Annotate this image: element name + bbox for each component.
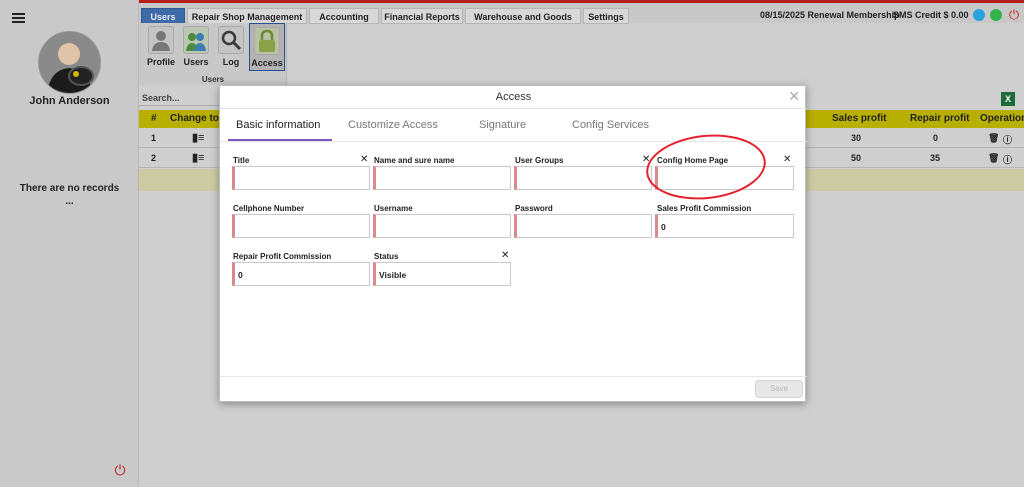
excel-export-icon[interactable]: X bbox=[1001, 92, 1015, 106]
title-field[interactable] bbox=[232, 166, 370, 190]
info-icon[interactable]: ⓘ bbox=[1003, 153, 1012, 166]
repair-commission-field[interactable]: 0 bbox=[232, 262, 370, 286]
cellphone-label: Cellphone Number bbox=[233, 204, 305, 213]
tab-financial-reports[interactable]: Financial Reports bbox=[381, 8, 463, 24]
users-ribbon: Profile Users Log Access Users bbox=[139, 23, 287, 85]
col-sales-profit: Sales profit bbox=[832, 113, 887, 124]
delete-icon[interactable]: 🗑 bbox=[988, 153, 999, 164]
user-name: John Anderson bbox=[29, 95, 110, 107]
renewal-membership[interactable]: 08/15/2025 Renewal Membership bbox=[760, 10, 900, 20]
ribbon-profile-label: Profile bbox=[146, 57, 175, 67]
repair-profit-value: 0 bbox=[933, 133, 939, 143]
ribbon-log-label: Log bbox=[222, 57, 240, 67]
sms-credit[interactable]: SMS Credit $ 0.00 bbox=[893, 10, 969, 20]
top-nav-bar: Users Repair Shop Management Accounting … bbox=[139, 0, 1024, 24]
tab-repair-shop-management[interactable]: Repair Shop Management bbox=[187, 8, 307, 24]
lock-icon bbox=[254, 27, 280, 55]
clear-icon[interactable]: ✕ bbox=[783, 154, 791, 165]
tab-warehouse-and-goods[interactable]: Warehouse and Goods bbox=[465, 8, 581, 24]
info-icon[interactable]: ⓘ bbox=[1003, 133, 1012, 146]
sales-profit-value: 30 bbox=[851, 133, 862, 143]
username-label: Username bbox=[374, 204, 413, 213]
delete-icon[interactable]: 🗑 bbox=[988, 133, 999, 144]
tab-accounting[interactable]: Accounting bbox=[309, 8, 379, 24]
footer-divider bbox=[220, 376, 807, 377]
token-icon[interactable]: ▮≡ bbox=[192, 151, 204, 164]
name-label: Name and sure name bbox=[374, 156, 455, 165]
tab-basic-information[interactable]: Basic information bbox=[236, 119, 320, 131]
token-icon[interactable]: ▮≡ bbox=[192, 131, 204, 144]
avatar[interactable] bbox=[38, 31, 101, 94]
tab-users[interactable]: Users bbox=[141, 8, 185, 24]
cellphone-field[interactable] bbox=[232, 214, 370, 238]
ribbon-access-label: Access bbox=[251, 58, 283, 68]
save-button[interactable]: Save bbox=[755, 380, 803, 398]
title-label: Title bbox=[233, 156, 250, 165]
whatsapp-icon[interactable] bbox=[990, 9, 1002, 21]
repair-profit-value: 35 bbox=[930, 153, 941, 163]
modal-title: Access bbox=[220, 86, 807, 109]
ribbon-group-label: Users bbox=[201, 75, 225, 84]
password-label: Password bbox=[515, 204, 553, 213]
clear-icon[interactable]: ✕ bbox=[360, 154, 368, 165]
log-search-icon bbox=[218, 26, 244, 54]
ribbon-users-label: Users bbox=[183, 57, 209, 67]
ribbon-access[interactable]: Access bbox=[249, 23, 285, 71]
profile-icon bbox=[148, 26, 174, 54]
col-operation: Operation bbox=[980, 113, 1024, 124]
tab-settings[interactable]: Settings bbox=[583, 8, 629, 24]
sales-commission-label: Sales Profit Commission bbox=[657, 204, 752, 213]
tab-customize-access[interactable]: Customize Access bbox=[348, 119, 438, 131]
no-records-text: There are no records bbox=[19, 183, 120, 194]
status-select[interactable]: Visible bbox=[373, 262, 511, 286]
col-change-token: Change tok bbox=[170, 113, 225, 124]
power-icon[interactable]: ⏻ bbox=[113, 463, 127, 481]
telegram-icon[interactable] bbox=[973, 9, 985, 21]
active-tab-indicator bbox=[228, 139, 332, 141]
col-number: # bbox=[151, 113, 157, 124]
close-icon[interactable]: ✕ bbox=[788, 89, 800, 103]
power-icon[interactable]: ⏻ bbox=[1008, 8, 1020, 21]
ribbon-users[interactable]: Users bbox=[180, 26, 212, 67]
menu-icon[interactable] bbox=[12, 13, 25, 24]
password-field[interactable] bbox=[514, 214, 652, 238]
users-icon bbox=[183, 26, 209, 54]
status-label: Status bbox=[374, 252, 399, 261]
row-number: 2 bbox=[151, 153, 157, 163]
col-repair-profit: Repair profit bbox=[910, 113, 970, 124]
access-modal: Access ✕ Basic information Customize Acc… bbox=[219, 85, 807, 402]
clear-icon[interactable]: ✕ bbox=[501, 250, 509, 261]
sales-commission-field[interactable]: 0 bbox=[655, 214, 794, 238]
name-field[interactable] bbox=[373, 166, 511, 190]
username-field[interactable] bbox=[373, 214, 511, 238]
user-groups-select[interactable] bbox=[514, 166, 652, 190]
sales-profit-value: 50 bbox=[851, 153, 862, 163]
row-number: 1 bbox=[151, 133, 157, 143]
repair-commission-label: Repair Profit Commission bbox=[233, 252, 332, 261]
tab-config-services[interactable]: Config Services bbox=[572, 119, 649, 131]
ribbon-profile[interactable]: Profile bbox=[145, 26, 177, 67]
no-records-dots: ... bbox=[65, 196, 74, 207]
user-groups-label: User Groups bbox=[515, 156, 564, 165]
ribbon-log[interactable]: Log bbox=[215, 26, 247, 67]
tab-signature[interactable]: Signature bbox=[479, 119, 526, 131]
sidebar: John Anderson There are no records ... ⏻ bbox=[0, 0, 139, 487]
